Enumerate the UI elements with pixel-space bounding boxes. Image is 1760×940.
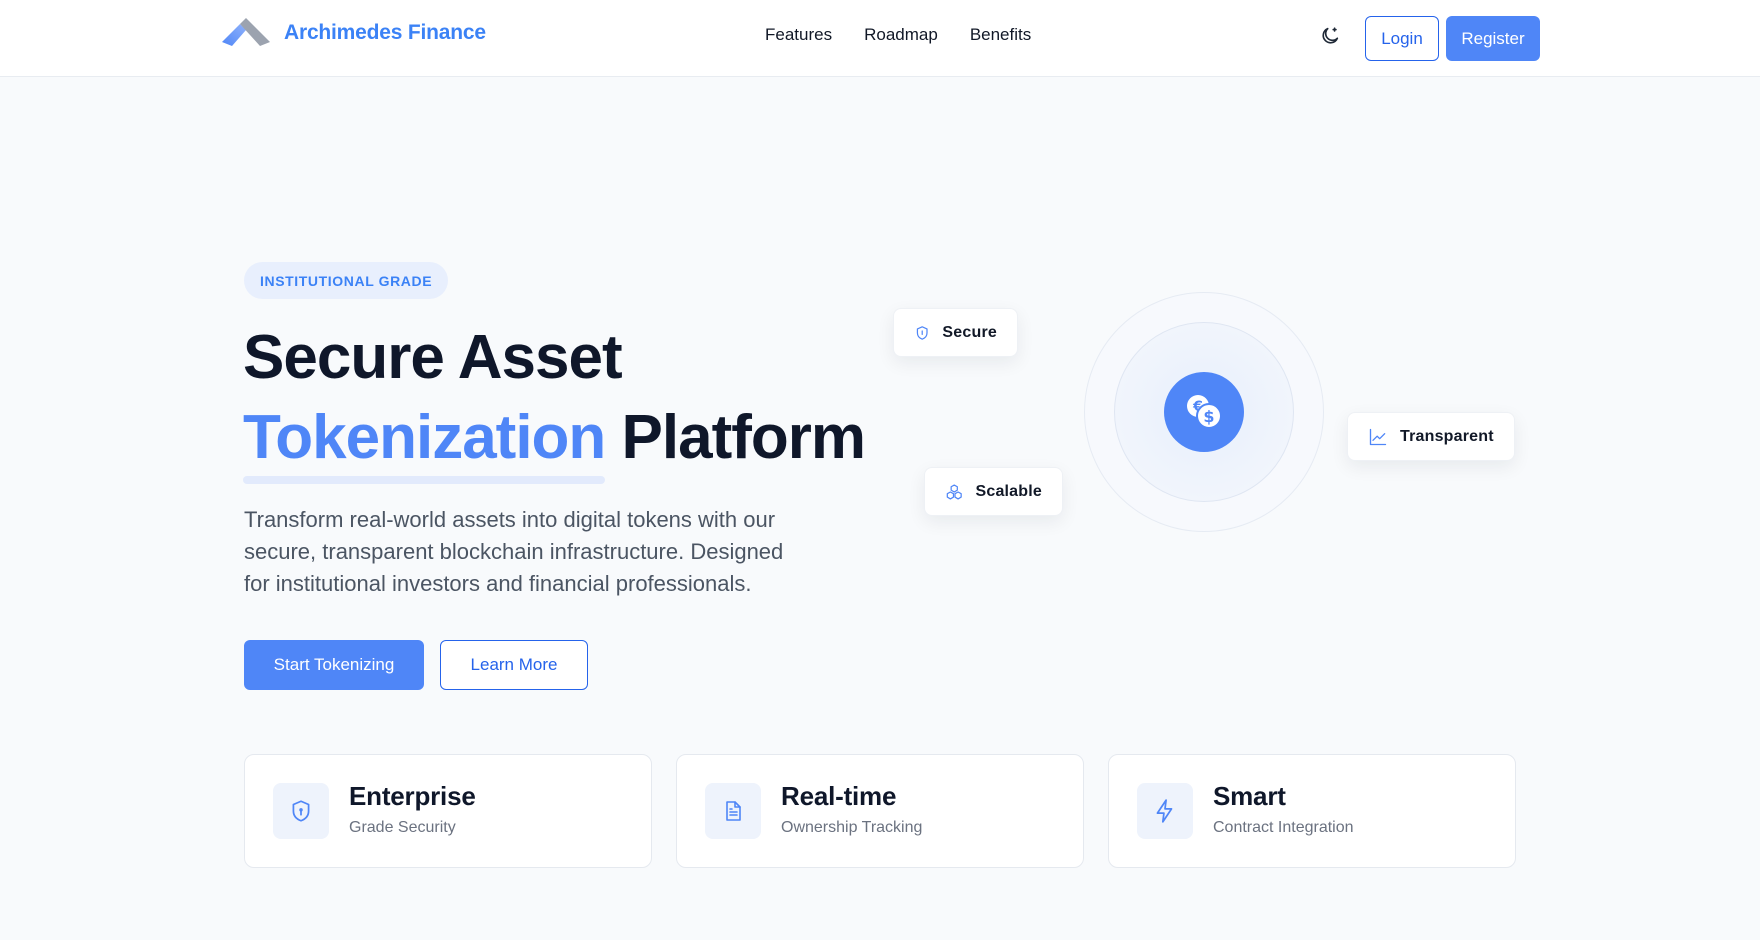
feature-subtitle: Ownership Tracking	[781, 819, 923, 836]
coins-icon: € $	[1187, 395, 1222, 429]
brand-name: Archimedes Finance	[284, 21, 486, 44]
start-tokenizing-button[interactable]: Start Tokenizing	[244, 640, 424, 690]
lightning-icon	[1156, 799, 1173, 823]
feature-title: Enterprise	[349, 781, 476, 811]
chip-secure-label: Secure	[942, 323, 997, 341]
hero-title: Secure Asset Tokenization Platform	[243, 318, 866, 484]
feature-card-realtime: Real-time Ownership Tracking	[676, 754, 1084, 868]
hero-description: Transform real-world assets into digital…	[244, 507, 784, 596]
archimedes-logo-icon	[222, 18, 270, 46]
login-button[interactable]: Login	[1365, 16, 1439, 61]
top-navbar: Archimedes Finance Features Roadmap Bene…	[0, 0, 1760, 77]
chip-transparent: Transparent	[1347, 412, 1515, 461]
feature-icon-box	[1137, 783, 1193, 839]
nav-link-features[interactable]: Features	[765, 25, 832, 45]
feature-card-smart: Smart Contract Integration	[1108, 754, 1516, 868]
svg-text:$: $	[1203, 407, 1214, 426]
boxes-icon	[946, 483, 962, 500]
document-icon	[726, 801, 741, 821]
line-chart-icon	[1369, 428, 1387, 445]
brand[interactable]: Archimedes Finance	[220, 16, 486, 50]
moon-icon	[1322, 27, 1339, 44]
shield-icon	[916, 325, 928, 340]
nav-link-benefits[interactable]: Benefits	[970, 25, 1031, 45]
feature-icon-box	[273, 783, 329, 839]
hero-title-line1: Secure Asset	[243, 323, 623, 392]
learn-more-button[interactable]: Learn More	[440, 640, 588, 690]
hero-title-rest: Platform	[621, 403, 866, 472]
feature-card-enterprise: Enterprise Grade Security	[244, 754, 652, 868]
feature-title: Smart	[1213, 781, 1286, 811]
chip-scalable: Scalable	[924, 467, 1063, 516]
shield-lock-icon	[292, 800, 310, 822]
coin-circle: € $	[1164, 372, 1244, 452]
register-button[interactable]: Register	[1446, 16, 1540, 61]
nav-links: Features Roadmap Benefits	[765, 25, 1031, 45]
theme-toggle-button[interactable]	[1316, 22, 1344, 50]
feature-icon-box	[705, 783, 761, 839]
feature-subtitle: Contract Integration	[1213, 819, 1354, 836]
hero-title-highlight: Tokenization	[243, 398, 606, 484]
chip-transparent-label: Transparent	[1400, 427, 1494, 445]
feature-title: Real-time	[781, 781, 897, 811]
chip-secure: Secure	[893, 308, 1018, 357]
chip-scalable-label: Scalable	[975, 482, 1042, 500]
feature-subtitle: Grade Security	[349, 819, 456, 836]
hero-title-line2: Tokenization Platform	[243, 398, 866, 484]
nav-link-roadmap[interactable]: Roadmap	[864, 25, 938, 45]
hero-badge: INSTITUTIONAL GRADE	[244, 262, 449, 299]
